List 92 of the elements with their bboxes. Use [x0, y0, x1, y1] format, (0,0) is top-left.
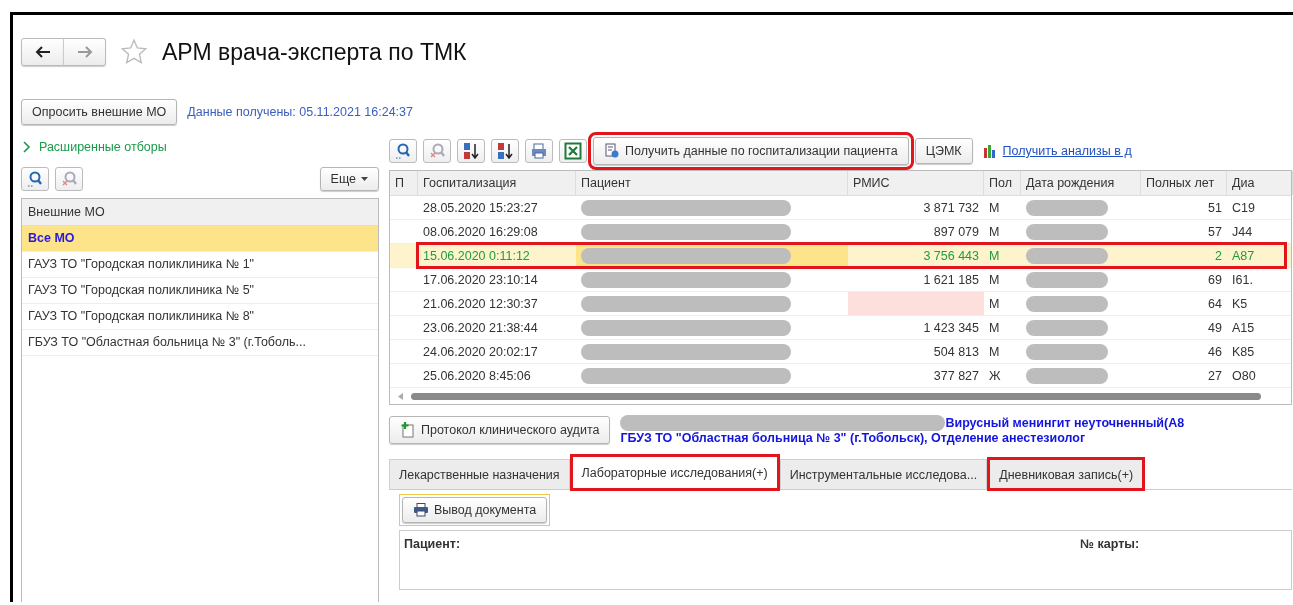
patient-label: Пациент: — [404, 537, 461, 553]
sort-ascending-button[interactable] — [457, 139, 485, 163]
table-cell: J44 — [1232, 224, 1253, 239]
excel-icon[interactable] — [559, 139, 587, 163]
table-cell: 25.06.2020 8:45:06 — [423, 368, 531, 383]
tab[interactable]: Инструментальные исследова... — [779, 459, 988, 489]
caret-icon — [361, 177, 368, 181]
printer-icon — [413, 503, 429, 517]
organization-text: ГБУЗ ТО "Областная больница № 3" (г.Тобольск), Отделение анестезиолог — [620, 431, 1087, 445]
table-cell: 21.06.2020 12:30:37 — [423, 296, 538, 311]
table-cell: 69 — [1208, 272, 1222, 287]
column-header[interactable]: Госпитализация — [418, 171, 576, 195]
table-cell: 15.06.2020 0:11:12 — [423, 248, 530, 263]
clear-search-button[interactable] — [55, 167, 83, 191]
table-cell: K85 — [1232, 344, 1255, 359]
data-received-text: Данные получены: 05.11.2021 16:24:37 — [187, 105, 413, 119]
search-icon — [394, 142, 412, 160]
column-header[interactable]: РМИС — [848, 171, 984, 195]
column-header[interactable]: П — [390, 171, 418, 195]
table-cell: М — [989, 248, 1000, 263]
table-cell: 3 756 443 — [923, 248, 979, 263]
table-cell: 46 — [1208, 344, 1222, 359]
list-header: Внешние МО — [22, 199, 378, 226]
poll-button[interactable]: Опросить внешние МО — [21, 99, 178, 125]
column-header[interactable]: Пол — [984, 171, 1021, 195]
table-cell: 2 — [1215, 248, 1222, 263]
table-cell: O80 — [1232, 368, 1256, 383]
table-cell: A87 — [1232, 248, 1255, 263]
table-cell: 49 — [1208, 320, 1222, 335]
search-icon — [26, 170, 44, 188]
search-button[interactable] — [21, 167, 49, 191]
print-icon[interactable] — [525, 139, 553, 163]
mo-list-item[interactable]: ГАУЗ ТО "Городская поликлиника № 5" — [22, 278, 378, 304]
advanced-filters-link[interactable]: Расширенные отборы — [21, 136, 167, 158]
table-cell: 504 813 — [933, 344, 979, 359]
table-cell: М — [989, 344, 1000, 359]
right-arrow-icon — [76, 46, 93, 58]
search-clear-icon — [60, 170, 78, 188]
window-title: АРМ врача-эксперта по ТМК — [162, 38, 467, 66]
table-cell: 17.06.2020 23:10:14 — [423, 272, 538, 287]
table-cell: 51 — [1208, 200, 1222, 215]
mo-list-item[interactable]: Все МО — [22, 226, 378, 252]
cemk-button[interactable]: ЦЭМК — [914, 138, 973, 164]
search-clear-icon — [428, 142, 446, 160]
scroll-left-icon[interactable] — [398, 392, 403, 400]
tab[interactable]: Дневниковая запись(+) — [989, 459, 1144, 489]
clinical-audit-button[interactable]: Протокол клинического аудита — [389, 416, 611, 444]
more-button[interactable]: Еще — [319, 167, 379, 191]
mo-list-item[interactable]: ГБУЗ ТО "Областная больница № 3" (г.Тоболь... — [22, 330, 378, 356]
left-arrow-icon — [34, 46, 51, 58]
table-cell: 27 — [1208, 368, 1222, 383]
sort-descending-button[interactable] — [491, 139, 519, 163]
column-header[interactable]: Дата рождения — [1021, 171, 1141, 195]
document-icon — [604, 143, 620, 159]
mo-list-item[interactable]: ГАУЗ ТО "Городская поликлиника № 1" — [22, 252, 378, 278]
table-cell: A15 — [1232, 320, 1255, 335]
card-number-label: № карты: — [1080, 537, 1140, 553]
table-cell: K5 — [1232, 296, 1248, 311]
table-cell: 3 871 732 — [923, 200, 979, 215]
search-button[interactable] — [389, 139, 417, 163]
table-cell: М — [989, 224, 1000, 239]
diagnosis-text: Вирусный менингит неуточненный(А8 — [945, 416, 1185, 430]
table-cell: 08.06.2020 16:29:08 — [423, 224, 538, 239]
column-header[interactable]: Полных лет — [1141, 171, 1227, 195]
tab[interactable]: Лабораторные исследования(+) — [571, 456, 778, 489]
table-cell: 64 — [1208, 296, 1222, 311]
table-cell: 377 827 — [933, 368, 979, 383]
table-cell: М — [989, 296, 1000, 311]
add-document-icon — [400, 422, 416, 438]
table-cell: М — [989, 200, 1000, 215]
table-cell: 24.06.2020 20:02:17 — [423, 344, 538, 359]
clear-search-button[interactable] — [423, 139, 451, 163]
table-cell: 23.06.2020 21:38:44 — [423, 320, 538, 335]
print-document-button[interactable]: Вывод документа — [402, 497, 548, 523]
mo-list-item[interactable]: ГАУЗ ТО "Городская поликлиника № 8" — [22, 304, 378, 330]
back-button[interactable] — [21, 38, 64, 66]
table-cell: 1 423 345 — [923, 320, 979, 335]
table-cell: 1 621 185 — [923, 272, 979, 287]
get-analyses-link[interactable]: Получить анализы в д — [1002, 144, 1132, 158]
table-cell: М — [989, 272, 1000, 287]
table-cell: Ж — [989, 368, 1001, 383]
table-cell: 28.05.2020 15:23:27 — [423, 200, 538, 215]
star-icon[interactable] — [120, 38, 148, 66]
table-cell: C19 — [1232, 200, 1255, 215]
table-cell: 57 — [1208, 224, 1222, 239]
tab[interactable]: Лекарственные назначения — [389, 459, 570, 489]
column-header[interactable]: Пациент — [576, 171, 848, 195]
column-header[interactable]: Диа — [1227, 171, 1293, 195]
table-cell: 897 079 — [933, 224, 979, 239]
table-cell: I61. — [1232, 272, 1253, 287]
table-cell: М — [989, 320, 1000, 335]
chevron-icon — [23, 141, 31, 153]
